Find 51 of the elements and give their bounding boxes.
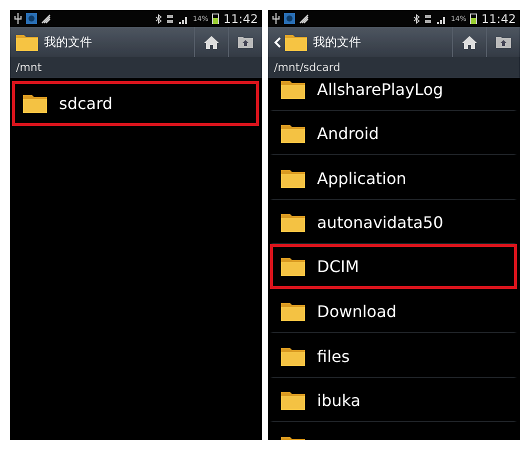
- folder-row[interactable]: Download: [270, 288, 517, 333]
- usb-icon: [14, 13, 22, 24]
- folder-up-icon: [238, 36, 253, 48]
- folder-icon: [16, 33, 38, 51]
- clock-text: 11:42: [481, 12, 516, 26]
- folder-icon: [281, 124, 305, 144]
- folder-row[interactable]: Android: [270, 110, 517, 155]
- data-icon: [424, 14, 432, 24]
- folder-name: Download: [317, 302, 397, 322]
- folder-row[interactable]: DCIM: [270, 244, 517, 288]
- folder-row[interactable]: autonavidata50: [270, 200, 517, 244]
- folder-icon: [23, 94, 47, 113]
- folder-name: DCIM: [317, 256, 360, 276]
- folder-name: ibuka: [317, 391, 361, 410]
- folder-row[interactable]: Application: [270, 155, 517, 200]
- folder-icon: [281, 168, 305, 188]
- folder-icon: [281, 213, 305, 232]
- clock-text: 11:42: [223, 12, 258, 26]
- data-icon: [166, 14, 174, 24]
- folder-row[interactable]: ibuka: [270, 378, 517, 422]
- folder-name: Application: [317, 168, 406, 188]
- signal-icon: [299, 14, 309, 24]
- folder-row[interactable]: files: [270, 333, 517, 378]
- app-icon: [284, 13, 295, 24]
- folder-up-icon: [496, 36, 511, 48]
- folder-name: autonavidata50: [317, 213, 444, 232]
- folder-name: AllsharePlayLog: [317, 80, 444, 99]
- bluetooth-icon: [154, 14, 162, 24]
- folder-icon: [281, 391, 305, 410]
- folder-icon: [285, 33, 307, 51]
- battery-icon: [470, 13, 478, 24]
- path-text: /mnt/sdcard: [274, 61, 340, 74]
- folder-name: Android: [317, 124, 379, 144]
- folder-icon: [281, 256, 305, 276]
- path-text: /mnt: [16, 61, 42, 74]
- window-title: 我的文件: [313, 34, 361, 50]
- signal-icon: [41, 14, 51, 24]
- home-icon: [204, 36, 219, 48]
- folder-row[interactable]: AllsharePlayLog: [270, 78, 517, 110]
- folder-row[interactable]: sdcard: [12, 81, 259, 126]
- home-icon: [462, 36, 477, 48]
- folder-name: files: [317, 346, 350, 366]
- folder-icon: [281, 80, 305, 99]
- folder-icon: [281, 346, 305, 366]
- bluetooth-icon: [412, 14, 420, 24]
- folder-icon: [281, 302, 305, 322]
- battery-icon: [212, 13, 220, 24]
- app-icon: [26, 13, 37, 24]
- folder-name: sdcard: [59, 94, 113, 113]
- usb-icon: [272, 13, 280, 24]
- window-title: 我的文件: [44, 34, 92, 50]
